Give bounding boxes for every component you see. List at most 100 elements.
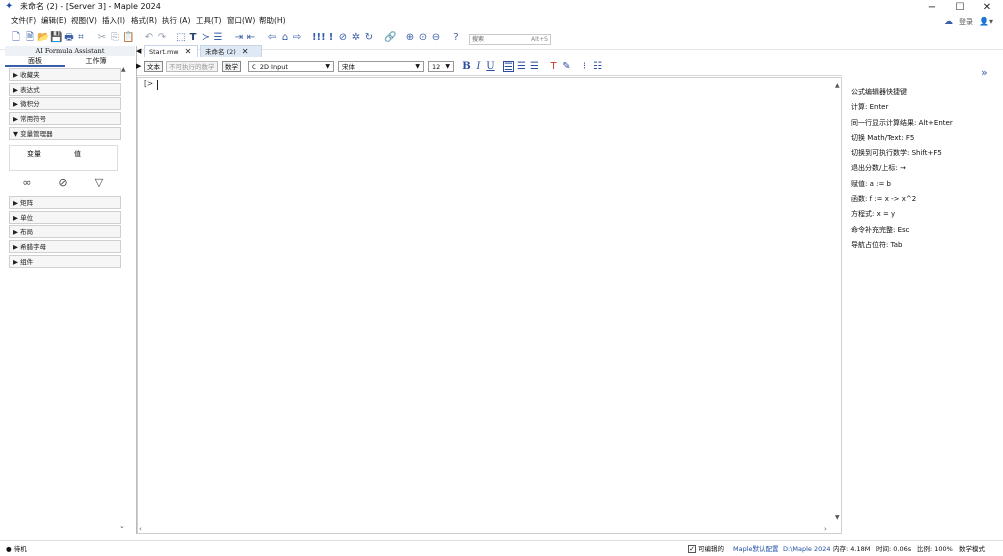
stop-icon[interactable]: ⊘ bbox=[337, 32, 349, 44]
help-icon[interactable]: ? bbox=[450, 32, 462, 44]
search-shortcut: Alt+S bbox=[531, 36, 548, 43]
menu-edit[interactable]: 编辑(E) bbox=[41, 15, 67, 27]
scroll-up-icon[interactable]: ▲ bbox=[835, 82, 840, 89]
section-icon[interactable]: ☰ bbox=[212, 32, 224, 44]
section-common-symbols[interactable]: ▶ 常用符号 bbox=[9, 112, 121, 125]
menu-format[interactable]: 格式(R) bbox=[131, 15, 157, 27]
undo-icon[interactable]: ↶ bbox=[143, 32, 155, 44]
font-select[interactable]: 宋体 ▼ bbox=[338, 61, 424, 72]
text-color-icon[interactable]: T bbox=[548, 61, 559, 72]
align-center-icon[interactable]: ☰ bbox=[516, 61, 527, 72]
tab-untitled-2[interactable]: 未命名 (2) ✕ bbox=[200, 45, 262, 57]
scroll-down-icon[interactable]: ▼ bbox=[835, 514, 840, 521]
nonexecutable-math-button[interactable]: 不可执行的数学 bbox=[166, 61, 218, 72]
close-tab-icon[interactable]: ✕ bbox=[242, 47, 249, 56]
open-icon[interactable]: 📂 bbox=[37, 32, 49, 44]
highlight-icon[interactable]: ✎ bbox=[561, 61, 572, 72]
new-worksheet-icon[interactable]: 🗎 bbox=[24, 32, 36, 44]
cut-icon[interactable]: ✂ bbox=[96, 32, 108, 44]
menu-window[interactable]: 窗口(W) bbox=[227, 15, 255, 27]
zoom-in-icon[interactable]: ⊕ bbox=[404, 32, 416, 44]
execute-all-icon[interactable]: !!! bbox=[312, 32, 326, 44]
forward-icon[interactable]: ⇨ bbox=[291, 32, 303, 44]
minimize-icon[interactable]: − bbox=[920, 2, 944, 14]
save-icon[interactable]: 💾 bbox=[50, 32, 62, 44]
section-layout[interactable]: ▶ 布局 bbox=[9, 225, 121, 238]
insert-plot-icon[interactable]: ⬚ bbox=[175, 32, 187, 44]
menu-execute[interactable]: 执行 (A) bbox=[162, 15, 190, 27]
config-link[interactable]: Maple默认配置 bbox=[733, 544, 779, 554]
menu-help[interactable]: 帮助(H) bbox=[259, 15, 286, 27]
section-matrix[interactable]: ▶ 矩阵 bbox=[9, 196, 121, 209]
ai-formula-assistant-header[interactable]: AI Formula Assistant bbox=[5, 46, 135, 56]
redo-icon[interactable]: ↷ bbox=[156, 32, 168, 44]
hide-icon[interactable]: ⊘ bbox=[56, 176, 70, 190]
menu-insert[interactable]: 插入(I) bbox=[102, 15, 125, 27]
indent-icon[interactable]: ⇥ bbox=[233, 32, 245, 44]
menu-view[interactable]: 视图(V) bbox=[71, 15, 97, 27]
cloud-icon[interactable]: ☁ bbox=[944, 16, 953, 28]
debug-icon[interactable]: ✲ bbox=[350, 32, 362, 44]
close-tab-icon[interactable]: ✕ bbox=[185, 47, 192, 56]
zoom-out-icon[interactable]: ⊖ bbox=[430, 32, 442, 44]
home-icon[interactable]: ⌂ bbox=[279, 32, 291, 44]
scroll-right-icon[interactable]: › bbox=[824, 525, 827, 533]
filter-icon[interactable]: ▽ bbox=[92, 176, 106, 190]
status-state: ● 待机 bbox=[6, 545, 27, 553]
tab-workbook[interactable]: 工作簿 bbox=[66, 56, 126, 67]
value-column-header[interactable]: 值 bbox=[74, 149, 81, 159]
text-button[interactable]: 文本 bbox=[144, 61, 163, 72]
search-input[interactable]: 搜索 Alt+S bbox=[469, 34, 551, 45]
shortcut-line: 函数: f := x -> x^2 bbox=[851, 195, 917, 203]
input-mode-select[interactable]: C 2D Input ▼ bbox=[248, 61, 334, 72]
underline-icon[interactable]: U bbox=[485, 61, 496, 72]
copy-icon[interactable]: ⎘ bbox=[109, 32, 121, 44]
variable-column-header[interactable]: 变量 bbox=[27, 149, 41, 159]
editable-toggle[interactable]: ✓ 可编辑的 bbox=[688, 544, 724, 554]
print-preview-icon[interactable]: ⌗ bbox=[75, 32, 87, 44]
align-left-icon[interactable]: ☰ bbox=[503, 61, 514, 73]
tab-palettes[interactable]: 面板 bbox=[5, 56, 65, 67]
section-components[interactable]: ▶ 组件 bbox=[9, 255, 121, 268]
section-greek[interactable]: ▶ 希腊字母 bbox=[9, 240, 121, 253]
document-area[interactable] bbox=[137, 77, 842, 534]
menu-tools[interactable]: 工具(T) bbox=[196, 15, 221, 27]
outdent-icon[interactable]: ⇤ bbox=[245, 32, 257, 44]
login-link[interactable]: 登录 bbox=[959, 16, 973, 28]
user-icon[interactable]: 👤▾ bbox=[979, 16, 993, 28]
menu-file[interactable]: 文件(F) bbox=[11, 15, 36, 27]
scroll-left-icon[interactable]: ‹ bbox=[139, 525, 142, 533]
checkbox-icon[interactable]: ✓ bbox=[688, 545, 696, 553]
path-link[interactable]: D:\Maple 2024 bbox=[783, 544, 831, 554]
bold-icon[interactable]: B bbox=[461, 61, 472, 72]
link-icon[interactable]: 🔗 bbox=[384, 32, 396, 44]
align-right-icon[interactable]: ☰ bbox=[529, 61, 540, 72]
math-button[interactable]: 数学 bbox=[222, 61, 241, 72]
back-icon[interactable]: ⇦ bbox=[266, 32, 278, 44]
math-prompt-icon[interactable]: ≻ bbox=[200, 32, 212, 44]
link-variables-icon[interactable]: ∞ bbox=[20, 176, 34, 190]
scroll-up-icon[interactable]: ▲ bbox=[121, 66, 126, 73]
bullet-list-icon[interactable]: ⁝ bbox=[579, 61, 590, 72]
execute-icon[interactable]: ! bbox=[325, 32, 337, 44]
restart-icon[interactable]: ↻ bbox=[363, 32, 375, 44]
print-icon[interactable]: 🖶 bbox=[63, 32, 75, 44]
italic-icon[interactable]: I bbox=[473, 61, 484, 72]
tab-start-mw[interactable]: Start.mw ✕ bbox=[144, 45, 198, 57]
section-units[interactable]: ▶ 单位 bbox=[9, 211, 121, 224]
text-mode-icon[interactable]: T bbox=[187, 32, 199, 44]
new-document-icon[interactable]: 🗋 bbox=[10, 32, 22, 44]
tab-scroll-left-icon[interactable]: ◀ bbox=[136, 47, 141, 55]
paste-icon[interactable]: 📋 bbox=[122, 32, 134, 44]
collapse-panel-icon[interactable]: » bbox=[981, 66, 988, 79]
maximize-icon[interactable]: ☐ bbox=[948, 2, 972, 14]
font-size-select[interactable]: 12 ▼ bbox=[428, 61, 454, 72]
section-calculus[interactable]: ▶ 微积分 bbox=[9, 97, 121, 110]
scroll-down-icon[interactable]: ⌄ bbox=[119, 522, 125, 530]
section-expressions[interactable]: ▶ 表达式 bbox=[9, 83, 121, 96]
section-variable-manager[interactable]: ▼ 变量管理器 bbox=[9, 127, 121, 140]
section-favorites[interactable]: ▶ 收藏夹 bbox=[9, 68, 121, 81]
close-icon[interactable]: ✕ bbox=[975, 2, 999, 14]
numbered-list-icon[interactable]: ☷ bbox=[592, 61, 603, 72]
zoom-reset-icon[interactable]: ⊙ bbox=[417, 32, 429, 44]
